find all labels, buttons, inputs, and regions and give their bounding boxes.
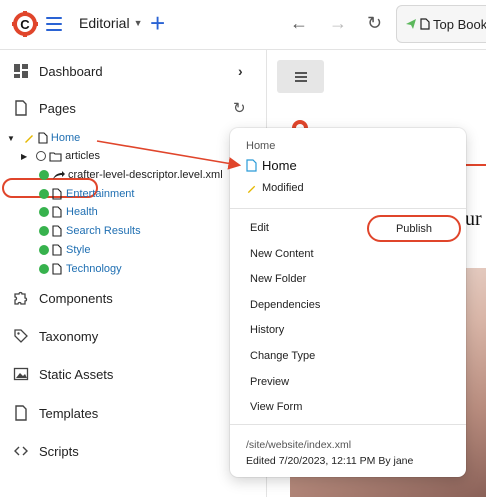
- page-icon: [246, 159, 257, 172]
- sidebar-item-label: Static Assets: [39, 366, 114, 382]
- tree-item-entertainment[interactable]: Entertainment: [39, 185, 134, 203]
- sidebar-item-dashboard[interactable]: Dashboard: [12, 60, 103, 82]
- menu-divider: [230, 208, 466, 209]
- tree-item-label: Entertainment: [66, 188, 135, 200]
- caret-down-icon: ▼: [133, 18, 143, 28]
- menu-status: Modified: [246, 182, 304, 194]
- tag-icon: [12, 327, 30, 345]
- page-icon: [52, 206, 62, 218]
- status-published-icon: [39, 170, 49, 180]
- page-icon: [420, 18, 430, 30]
- page-icon: [52, 263, 62, 275]
- page-icon: [38, 132, 48, 144]
- forward-arrow-icon[interactable]: →: [329, 13, 347, 34]
- sidebar-item-label: Taxonomy: [39, 328, 99, 344]
- status-published-icon: [39, 207, 49, 217]
- caret-down-icon: ▼: [7, 133, 15, 143]
- sidebar-item-label: Templates: [39, 405, 99, 421]
- preview-heading: ur: [465, 208, 482, 230]
- menu-status-label: Modified: [262, 182, 304, 194]
- status-published-icon: [39, 245, 49, 255]
- sidebar-item-label: Scripts: [39, 443, 79, 459]
- pencil-icon: [247, 185, 256, 193]
- file-icon: [12, 404, 30, 422]
- sidebar-item-label: Dashboard: [39, 63, 103, 79]
- menu-action-history[interactable]: History: [250, 324, 284, 336]
- menu-action-view-form[interactable]: View Form: [250, 401, 302, 413]
- status-published-icon: [39, 226, 49, 236]
- tree-item-search-results[interactable]: Search Results: [39, 222, 141, 240]
- menu-icon: [294, 71, 307, 83]
- sidebar-item-scripts[interactable]: Scripts: [12, 440, 79, 462]
- preview-address-bar[interactable]: Top Books: [396, 5, 486, 43]
- add-content-button[interactable]: +: [150, 10, 165, 36]
- pencil-icon: [24, 135, 33, 143]
- page-icon: [52, 225, 62, 237]
- item-path: /site/website/index.xml: [246, 439, 352, 451]
- preview-address-text: Top Books: [433, 16, 486, 32]
- sidebar-item-components[interactable]: Components: [12, 287, 113, 309]
- menu-action-preview[interactable]: Preview: [250, 376, 289, 388]
- dashboard-icon: [12, 62, 30, 80]
- menu-action-edit[interactable]: Edit: [250, 222, 269, 234]
- image-icon: [12, 365, 30, 383]
- reload-icon[interactable]: ↻: [367, 13, 382, 34]
- status-published-icon: [39, 189, 49, 199]
- sidebar-item-static-assets[interactable]: Static Assets: [12, 363, 113, 385]
- publish-button[interactable]: Publish: [367, 215, 461, 242]
- tree-item-technology[interactable]: Technology: [39, 260, 122, 278]
- tree-item-label: Home: [50, 132, 81, 144]
- chevron-right-icon[interactable]: ›: [238, 63, 243, 79]
- tree-item-articles[interactable]: ▶ articles: [21, 147, 100, 165]
- share-arrow-icon: [53, 171, 65, 179]
- menu-divider: [230, 424, 466, 425]
- sidebar-item-taxonomy[interactable]: Taxonomy: [12, 325, 98, 347]
- tree-item-label: Health: [66, 206, 98, 218]
- sidebar-item-label: Components: [39, 290, 113, 306]
- page-icon: [52, 244, 62, 256]
- page-icon: [12, 99, 30, 117]
- tree-item-style[interactable]: Style: [39, 241, 90, 259]
- site-selector-label: Editorial: [79, 15, 130, 31]
- send-icon: [406, 19, 416, 29]
- item-context-menu: Home Home Modified Edit Publish New Cont…: [230, 128, 466, 477]
- menu-action-change-type[interactable]: Change Type: [250, 350, 315, 362]
- tree-item-health[interactable]: Health: [39, 203, 98, 221]
- sidebar-item-label: Pages: [39, 100, 76, 116]
- tree-item-home[interactable]: ▼ Home: [7, 129, 80, 147]
- tree-item-label: Technology: [66, 263, 122, 275]
- menu-item-name: Home: [246, 158, 297, 173]
- refresh-icon[interactable]: ↻: [233, 99, 246, 117]
- menu-action-new-content[interactable]: New Content: [250, 248, 314, 260]
- top-toolbar: C Editorial ▼ + ← → ↻ Top Books: [0, 0, 486, 50]
- tree-item-label: Style: [66, 244, 91, 256]
- menu-heading: Home: [246, 140, 276, 152]
- menu-icon[interactable]: [46, 17, 62, 31]
- page-icon: [52, 188, 62, 200]
- sidebar-item-templates[interactable]: Templates: [12, 402, 98, 424]
- tree-item-label: articles: [65, 150, 100, 162]
- tree-item-level-descriptor[interactable]: crafter-level-descriptor.level.xml: [39, 166, 223, 184]
- sidebar-item-pages[interactable]: Pages: [12, 97, 76, 119]
- svg-text:C: C: [20, 17, 30, 32]
- tree-item-label: crafter-level-descriptor.level.xml: [68, 169, 223, 181]
- puzzle-icon: [12, 289, 30, 307]
- code-icon: [12, 442, 30, 460]
- toggle-panel-button[interactable]: [277, 60, 324, 93]
- status-published-icon: [39, 264, 49, 274]
- back-arrow-icon[interactable]: ←: [290, 13, 308, 34]
- caret-right-icon: ▶: [21, 151, 28, 161]
- menu-item-name-label: Home: [262, 158, 297, 173]
- item-edited-info: Edited 7/20/2023, 12:11 PM By jane: [246, 455, 414, 467]
- menu-action-dependencies[interactable]: Dependencies: [250, 299, 320, 311]
- status-unpublished-icon: [36, 151, 47, 161]
- folder-icon: [49, 151, 62, 162]
- site-selector[interactable]: Editorial ▼: [79, 15, 143, 31]
- crafter-logo[interactable]: C: [12, 11, 38, 37]
- sidebar: Dashboard › Pages ↻ ▼ Home ▶ articles cr…: [0, 50, 267, 497]
- menu-action-new-folder[interactable]: New Folder: [250, 273, 306, 285]
- tree-item-label: Search Results: [66, 225, 141, 237]
